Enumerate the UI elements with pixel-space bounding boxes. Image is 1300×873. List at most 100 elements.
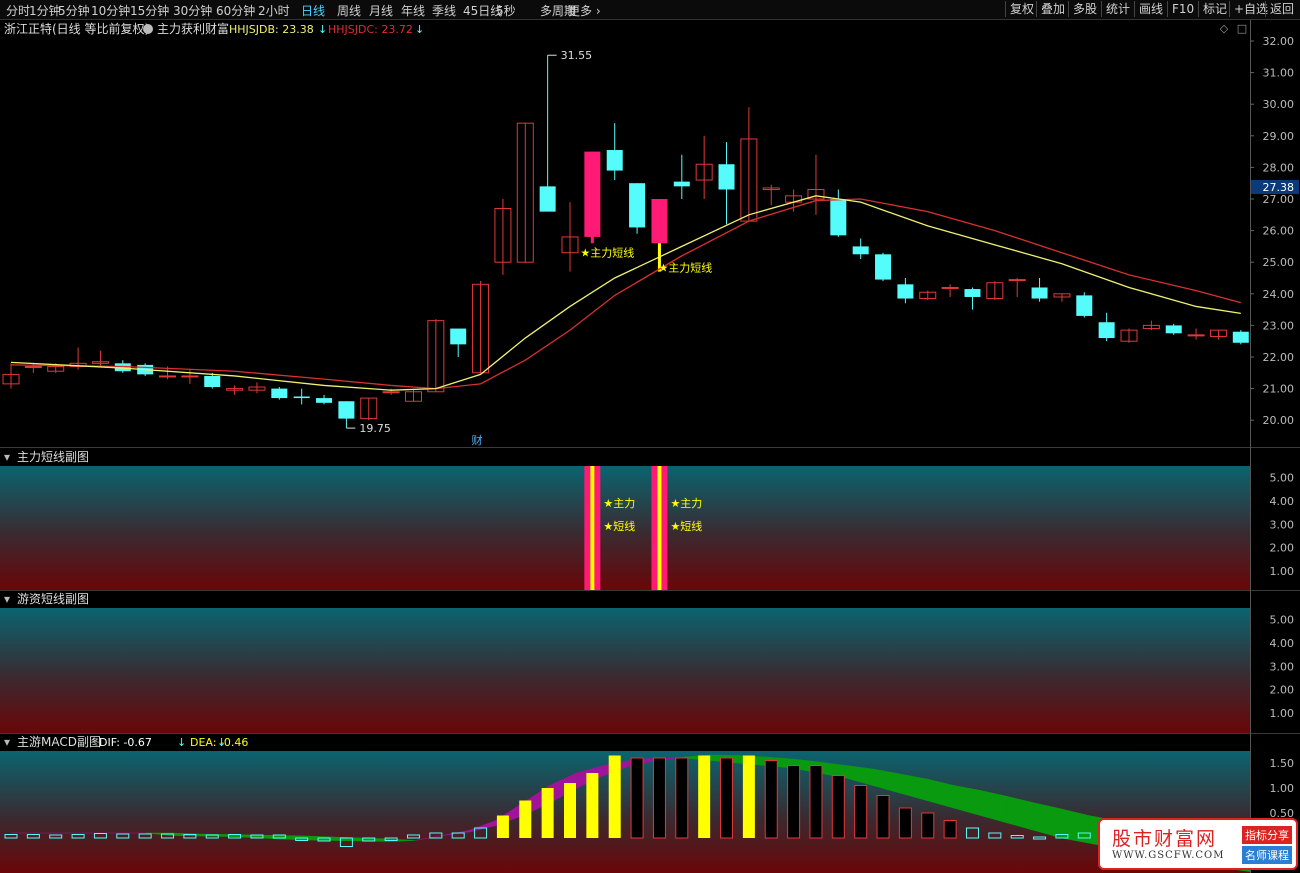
sep-2-bg [0,590,1300,608]
period-tab-0[interactable]: 分时 [6,2,30,19]
hhjsjdb-value: HHJSJDB: 23.38 [229,23,314,36]
main-y-tick-label-1: 31.00 [1263,67,1295,80]
panel2-label-a-0: ★主力 [603,497,635,510]
panel2-y-tick-1: 4.00 [1270,495,1295,508]
toolbar-button-8[interactable]: 返回 [1265,1,1298,17]
candle-body-42 [941,286,959,289]
main-y-tick-label-4: 28.00 [1263,161,1295,174]
watermark-name: 股市财富网 [1112,828,1218,850]
macd-bar-35 [787,765,801,839]
candle-body-9 [204,375,221,388]
panel3-y-tick-2: 3.00 [1270,660,1295,673]
candle-body-43 [964,289,981,297]
window-icon: □ [1237,22,1247,35]
panel4-title: 主游MACD副图 [17,735,101,749]
macd-bar-32 [720,757,734,839]
panel2-y-tick-4: 1.00 [1270,565,1295,578]
period-tab-4[interactable]: 15分钟 [130,2,169,19]
sep-1-bg [0,447,1300,465]
candle-body-53 [1187,334,1205,337]
watermark-logo: 股市财富网 WWW.GSCFW.COM 指标分享 名师课程 [1098,818,1298,870]
panel3-y-tick-4: 1.00 [1270,707,1295,720]
candle-body-24 [539,186,556,212]
stock-title: 浙江正特(日线 等比前复权) [4,21,149,36]
panel3-y-tick-3: 2.00 [1270,684,1295,697]
macd-bar-42 [943,820,957,839]
macd-bar-25 [564,783,576,838]
period-tab-3[interactable]: 10分钟 [91,2,130,19]
period-tab-7[interactable]: 2小时 [258,2,290,19]
candle-body-27 [606,150,623,171]
period-tab-9[interactable]: 周线 [337,2,361,19]
macd-bar-34 [764,760,778,839]
candle-body-20 [450,328,467,345]
toolbar-button-4[interactable]: 画线 [1134,1,1167,17]
panel4-dropdown-icon: ▾ [4,735,10,749]
panel2-y-tick-0: 5.00 [1270,472,1295,485]
period-tab-1[interactable]: 1分钟 [29,2,61,19]
main-y-tick-label-10: 22.00 [1263,351,1295,364]
period-tab-2[interactable]: 5分钟 [58,2,90,19]
indicator-name: 主力获利财富 [157,21,229,36]
toolbar: 分时 1分钟 5分钟 10分钟 15分钟 30分钟 60分钟 2小时 日线 周线 月线 年线 季线 45日… [0,0,1300,20]
panel2-y-tick-2: 3.00 [1270,518,1295,531]
main-y-tick-label-9: 23.00 [1263,319,1295,332]
period-tab-10[interactable]: 月线 [369,2,393,19]
hhjsjdb-arrow-icon: ↓ [318,23,327,36]
candle-body-26 [584,151,601,237]
panel2-dropdown-icon: ▾ [4,450,10,464]
panel4-y-tick-1: 1.00 [1270,782,1295,795]
period-tab-5[interactable]: 30分钟 [173,2,212,19]
main-y-tick-label-12: 20.00 [1263,414,1295,427]
watermark-badge-course: 名师课程 [1242,846,1292,864]
macd-bar-23 [519,800,532,838]
candle-body-14 [316,398,333,403]
candle-body-49 [1098,322,1115,339]
candle-body-30 [673,181,690,187]
period-tab-12[interactable]: 季线 [432,2,456,19]
signal-label-2: ★主力短线 [658,261,712,275]
panel3-y-tick-1: 4.00 [1270,637,1295,650]
macd-bar-33 [742,755,755,838]
dif-arrow-icon: ↓ [177,736,186,749]
panel2-y-tick-3: 2.00 [1270,542,1295,555]
period-tab-16[interactable]: 更多 › [568,2,601,19]
panel3-dropdown-icon: ▾ [4,592,10,606]
toolbar-button-5[interactable]: F10 [1167,1,1198,17]
candle-body-52 [1165,325,1182,334]
macd-bar-40 [898,807,912,839]
macd-bar-31 [698,755,711,838]
low-label: 19.75 [359,422,391,435]
main-y-tick-label-7: 25.00 [1263,256,1295,269]
toolbar-button-6[interactable]: 标记 [1198,1,1231,17]
toolbar-button-1[interactable]: 叠加 [1036,1,1069,17]
toolbar-button-0[interactable]: 复权 [1005,1,1038,17]
toolbar-button-3[interactable]: 统计 [1101,1,1134,17]
candle-body-37 [830,199,847,236]
macd-bar-41 [921,812,935,839]
candle-body-15 [338,401,355,419]
main-y-tick-label-6: 26.00 [1263,225,1295,238]
macd-bar-30 [675,757,689,839]
candle-body-7 [159,375,177,378]
candle-body-39 [875,254,892,280]
panel3-bg [0,608,1250,733]
panel4-y-tick-0: 1.50 [1270,757,1295,770]
period-tab-6[interactable]: 60分钟 [216,2,255,19]
signal-label-1: ★主力短线 [580,246,634,260]
period-tab-8[interactable]: 日线 [301,2,325,19]
diamond-icon: ◇ [1220,22,1229,35]
candle-body-8 [181,375,199,378]
macd-bar-22 [496,815,509,838]
main-y-tick-label-8: 24.00 [1263,288,1295,301]
dea-arrow-icon: ↓ [217,736,226,749]
period-tab-14[interactable]: 5秒 [496,2,516,19]
macd-bar-36 [809,765,823,839]
watermark-url: WWW.GSCFW.COM [1112,850,1225,861]
candle-body-12 [271,388,288,399]
current-price-label: 27.38 [1263,181,1295,194]
period-tab-11[interactable]: 年线 [401,2,425,19]
panel3-y-tick-0: 5.00 [1270,614,1295,627]
main-y-tick-label-2: 30.00 [1263,98,1295,111]
toolbar-button-2[interactable]: 多股 [1068,1,1101,17]
